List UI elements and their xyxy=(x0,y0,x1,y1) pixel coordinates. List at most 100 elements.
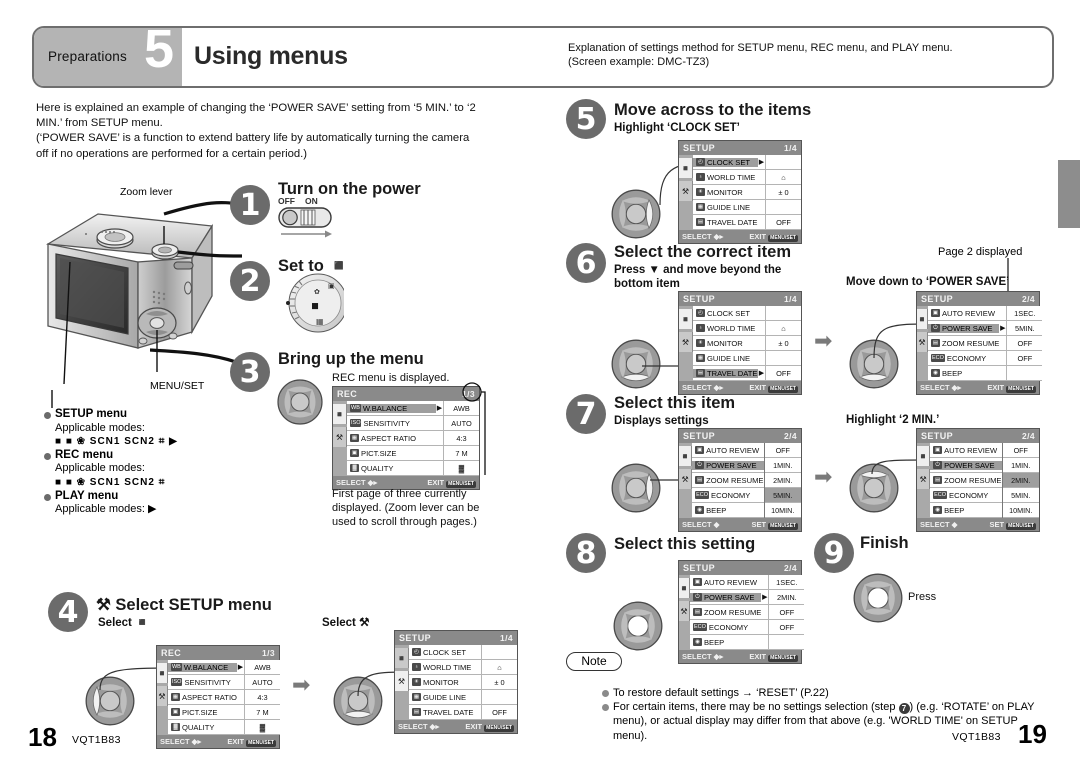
lcd-row-label: ▤ ZOOM RESUME xyxy=(692,476,764,485)
lcd-menu-row[interactable]: ECO ECONOMY xyxy=(930,488,1002,503)
lcd-menu-row[interactable]: ▦ ASPECT RATIO 4:3 xyxy=(347,431,479,446)
lcd-menu-row[interactable]: WB W.BALANCE ▶ AWB xyxy=(167,660,280,675)
lcd-menu-row[interactable]: ◴ CLOCK SET xyxy=(409,645,517,660)
lcd-option-item[interactable]: 10MIN. xyxy=(764,503,801,518)
cursor-pad-step9[interactable] xyxy=(852,572,904,624)
lcd-row-name: QUALITY xyxy=(181,722,215,732)
lcd-row-icon: ☀ xyxy=(696,339,705,347)
cursor-pad-step8[interactable] xyxy=(612,600,664,652)
lcd-menu-row[interactable]: ▦ GUIDE LINE xyxy=(409,690,517,705)
lcd-row-name: POWER SAVE xyxy=(706,460,757,470)
lcd-row-name: ZOOM RESUME xyxy=(941,338,1000,348)
lcd-menu-row[interactable]: ⏻ POWER SAVE xyxy=(692,458,764,473)
setup-wrench-icon: ⚒ xyxy=(96,596,111,614)
svg-text:✿: ✿ xyxy=(314,288,320,296)
lcd-tab-setup-icon-5[interactable]: ⚒ xyxy=(679,181,693,201)
lcd-menu-row[interactable]: ▦ ASPECT RATIO 4:3 xyxy=(167,690,280,705)
lcd-tab-setup-icon-7[interactable]: ⚒ xyxy=(679,469,693,489)
lcd-menu-row[interactable]: ▤ ZOOM RESUME xyxy=(692,473,764,488)
lcd-option-item[interactable]: 10MIN. xyxy=(1002,503,1039,518)
lcd-menu-row[interactable]: ♁ WORLD TIME ⌂ xyxy=(409,660,517,675)
step-4-title: ⚒ Select SETUP menu xyxy=(96,595,272,615)
lcd-menu-row[interactable]: ◉ BEEP xyxy=(692,503,764,518)
lcd-tab-setup-icon-7b[interactable]: ⚒ xyxy=(917,469,931,489)
lcd-row-icon: ▣ xyxy=(933,446,943,454)
lcd-tab-rec-icon-4b[interactable]: ◾ xyxy=(395,648,409,668)
lcd-option-item[interactable]: 5MIN. xyxy=(764,488,801,503)
cursor-pad-step3[interactable] xyxy=(276,378,324,426)
lcd-menu-row[interactable]: ☀ MONITOR ± 0 xyxy=(409,675,517,690)
lcd-tab-strip: ◾ ⚒ xyxy=(333,401,347,476)
lcd-menu-row[interactable]: ▓ QUALITY ▓ xyxy=(167,720,280,735)
lcd-row-list-6b: ▣ AUTO REVIEW 1SEC. ⏻ POWER SAVE ▶ 5MIN. ▤ ZOOM … xyxy=(927,306,1043,381)
lcd-menu-row[interactable]: ▣ AUTO REVIEW 1SEC. xyxy=(689,575,805,590)
lcd-menu-row[interactable]: ▣ AUTO REVIEW xyxy=(930,443,1002,458)
lcd-row-label: ⏻ POWER SAVE xyxy=(689,592,762,602)
lcd-tab-rec-icon-4[interactable]: ◾ xyxy=(157,663,168,683)
lcd-tab-rec-icon-6[interactable]: ◾ xyxy=(679,309,693,329)
lcd-tab-rec-icon-7b[interactable]: ◾ xyxy=(917,446,931,466)
lcd-menu-row[interactable]: ▣ AUTO REVIEW xyxy=(692,443,764,458)
lcd-tab-setup-icon-6[interactable]: ⚒ xyxy=(679,332,693,352)
lcd-menu-row[interactable]: ▤ TRAVEL DATE ▶ OFF xyxy=(693,366,801,381)
lcd-tab-setup-icon-4[interactable]: ⚒ xyxy=(157,686,168,706)
lcd-tab-setup-icon-6b[interactable]: ⚒ xyxy=(917,332,928,352)
lcd-menu-row[interactable]: ISO SENSITIVITY AUTO xyxy=(347,416,479,431)
lcd-option-item[interactable]: 5MIN. xyxy=(1002,488,1039,503)
lcd-option-item[interactable]: 2MIN. xyxy=(1002,473,1039,488)
lcd-menu-row[interactable]: ⏻ POWER SAVE xyxy=(930,458,1002,473)
lcd-menu-row[interactable]: ECO ECONOMY xyxy=(692,488,764,503)
lcd-row-name: BEEP xyxy=(944,505,965,515)
lcd-tab-rec-icon[interactable]: ◾ xyxy=(333,404,347,424)
lcd-menu-row[interactable]: ▣ PICT.SIZE 7 M xyxy=(347,446,479,461)
lcd-option-item[interactable]: 1MIN. xyxy=(1002,458,1039,473)
lcd-menu-row[interactable]: ☀ MONITOR ± 0 xyxy=(693,185,801,200)
lcd-menu-row[interactable]: ▣ AUTO REVIEW 1SEC. xyxy=(927,306,1043,321)
lcd-menu-row[interactable]: ◉ BEEP xyxy=(930,503,1002,518)
lcd-menu-row[interactable]: ▦ GUIDE LINE xyxy=(693,351,801,366)
lcd-menu-row[interactable]: WB W.BALANCE ▶ AWB xyxy=(347,401,479,416)
lcd-title-4: REC xyxy=(161,648,182,658)
lcd-tab-strip-5: ◾ ⚒ xyxy=(679,155,693,230)
step-9-press-label: Press xyxy=(908,591,937,603)
lcd-tab-rec-icon-6b[interactable]: ◾ xyxy=(917,309,928,329)
lcd-menu-row[interactable]: ISO SENSITIVITY AUTO xyxy=(167,675,280,690)
lcd-tab-rec-icon-8[interactable]: ◾ xyxy=(679,578,690,598)
lcd-menu-row[interactable]: ECO ECONOMY OFF xyxy=(689,620,805,635)
lcd-menu-row[interactable]: ♁ WORLD TIME ⌂ xyxy=(693,170,801,185)
lcd-menu-row[interactable]: ▤ TRAVEL DATE OFF xyxy=(409,705,517,720)
lcd-tab-setup-icon[interactable]: ⚒ xyxy=(333,427,347,447)
lcd-menu-row[interactable]: ▤ ZOOM RESUME OFF xyxy=(927,336,1043,351)
lcd-option-item[interactable]: 1MIN. xyxy=(764,458,801,473)
menu-set-key-badge-4: MENU/SET xyxy=(246,739,276,747)
lcd-menu-row[interactable]: ◉ BEEP xyxy=(927,366,1043,381)
lcd-menu-row[interactable]: ☀ MONITOR ± 0 xyxy=(693,336,801,351)
lcd-menu-row[interactable]: ▓ QUALITY ▓ xyxy=(347,461,479,476)
lcd-menu-row[interactable]: ⏻ POWER SAVE ▶ 5MIN. xyxy=(927,321,1043,336)
lcd-footer-select-7: SELECT xyxy=(682,520,712,529)
lcd-tab-rec-icon-7[interactable]: ◾ xyxy=(679,446,693,466)
lcd-tab-setup-icon-4b[interactable]: ⚒ xyxy=(395,671,409,691)
lcd-tab-rec-icon-5[interactable]: ◾ xyxy=(679,158,693,178)
lcd-row-value: ⌂ xyxy=(481,660,517,674)
lcd-menu-row[interactable]: ▤ ZOOM RESUME OFF xyxy=(689,605,805,620)
lcd-menu-row[interactable]: ◉ BEEP xyxy=(689,635,805,650)
lcd-menu-row[interactable]: ♁ WORLD TIME ⌂ xyxy=(693,321,801,336)
lcd-row-icon: ◉ xyxy=(930,369,940,377)
lcd-row-label: ECO ECONOMY xyxy=(928,354,999,363)
lcd-menu-row[interactable]: ▤ TRAVEL DATE OFF xyxy=(693,215,801,230)
lcd-menu-row[interactable]: ◴ CLOCK SET xyxy=(693,306,801,321)
lcd-option-item[interactable]: OFF xyxy=(764,443,801,458)
lcd-tab-setup-icon-8[interactable]: ⚒ xyxy=(679,601,690,621)
step-2-badge: 2 xyxy=(230,261,270,301)
lcd-menu-row[interactable]: ▦ GUIDE LINE xyxy=(693,200,801,215)
lcd-menu-row[interactable]: ▤ ZOOM RESUME xyxy=(930,473,1002,488)
lcd-menu-row[interactable]: ⏻ POWER SAVE ▶ 2MIN. xyxy=(689,590,805,605)
lcd-menu-row[interactable]: ▣ PICT.SIZE 7 M xyxy=(167,705,280,720)
menu-set-key-badge-6b: MENU/SET xyxy=(1006,385,1036,393)
lcd-option-item[interactable]: OFF xyxy=(1002,443,1039,458)
lcd-row-value: OFF xyxy=(765,215,801,229)
lcd-option-item[interactable]: 2MIN. xyxy=(764,473,801,488)
lcd-menu-row[interactable]: ECO ECONOMY OFF xyxy=(927,351,1043,366)
lcd-menu-row[interactable]: ◴ CLOCK SET ▶ xyxy=(693,155,801,170)
